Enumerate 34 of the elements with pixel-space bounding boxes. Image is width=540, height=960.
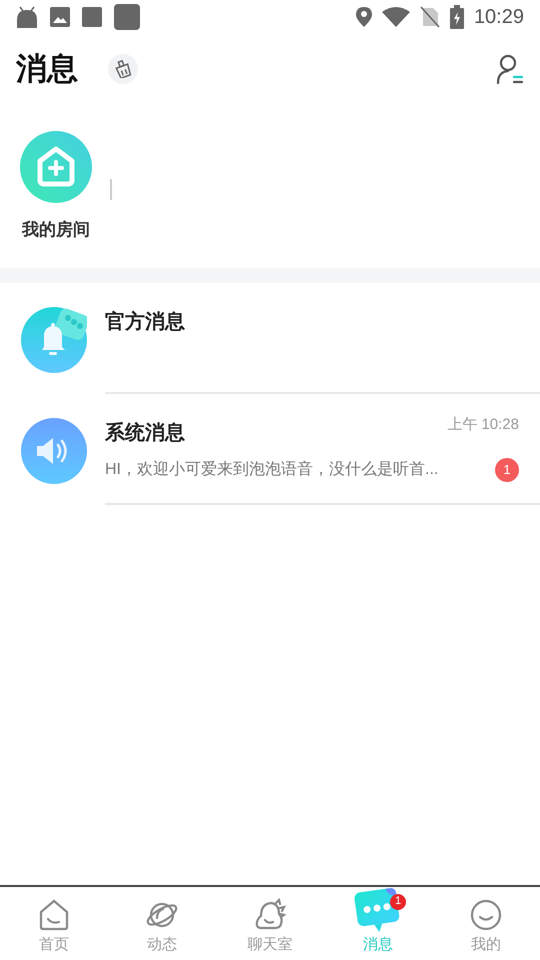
contacts-button[interactable]: [496, 53, 524, 85]
page-title: 消息: [16, 50, 78, 88]
conversation-item[interactable]: 官方消息: [0, 283, 540, 394]
dinosaur-icon: [253, 898, 287, 932]
image-icon: [50, 7, 70, 27]
no-sim-icon: [420, 6, 440, 28]
conversation-item[interactable]: 系统消息 上午 10:28 HI，欢迎小可爱来到泡泡语音，没什么是听首... 1: [0, 394, 540, 505]
conversation-title: 系统消息: [105, 420, 185, 446]
message-time: 上午 10:28: [447, 415, 519, 435]
tab-badge: 1: [390, 894, 406, 910]
nav-tab[interactable]: 1 消息: [324, 871, 432, 960]
broom-icon: [114, 60, 132, 78]
speaker-icon: [21, 418, 87, 484]
message-preview: HI，欢迎小可爱来到泡泡语音，没什么是听首...: [105, 460, 438, 480]
smiley-icon: [469, 898, 503, 932]
nav-tab[interactable]: 我的: [432, 871, 540, 960]
person-icon: [496, 53, 524, 85]
clear-button[interactable]: [108, 54, 138, 84]
square-icon: [82, 7, 102, 27]
unread-badge: 1: [495, 458, 519, 482]
status-time: 10:29: [474, 5, 524, 30]
wifi-icon: [382, 7, 410, 27]
bell-icon: [21, 307, 87, 373]
home-icon: [37, 898, 71, 932]
add-room-icon: [20, 131, 92, 203]
nav-tab[interactable]: 聊天室: [216, 871, 324, 960]
battery-icon: [450, 5, 464, 29]
android-icon: [16, 6, 38, 28]
conversation-title: 官方消息: [105, 310, 185, 335]
room-item[interactable]: 我的房间: [20, 131, 92, 242]
square-icon: [114, 4, 140, 30]
location-icon: [356, 7, 372, 27]
nav-tab[interactable]: 首页: [0, 871, 108, 960]
nav-tab[interactable]: 动态: [108, 871, 216, 960]
